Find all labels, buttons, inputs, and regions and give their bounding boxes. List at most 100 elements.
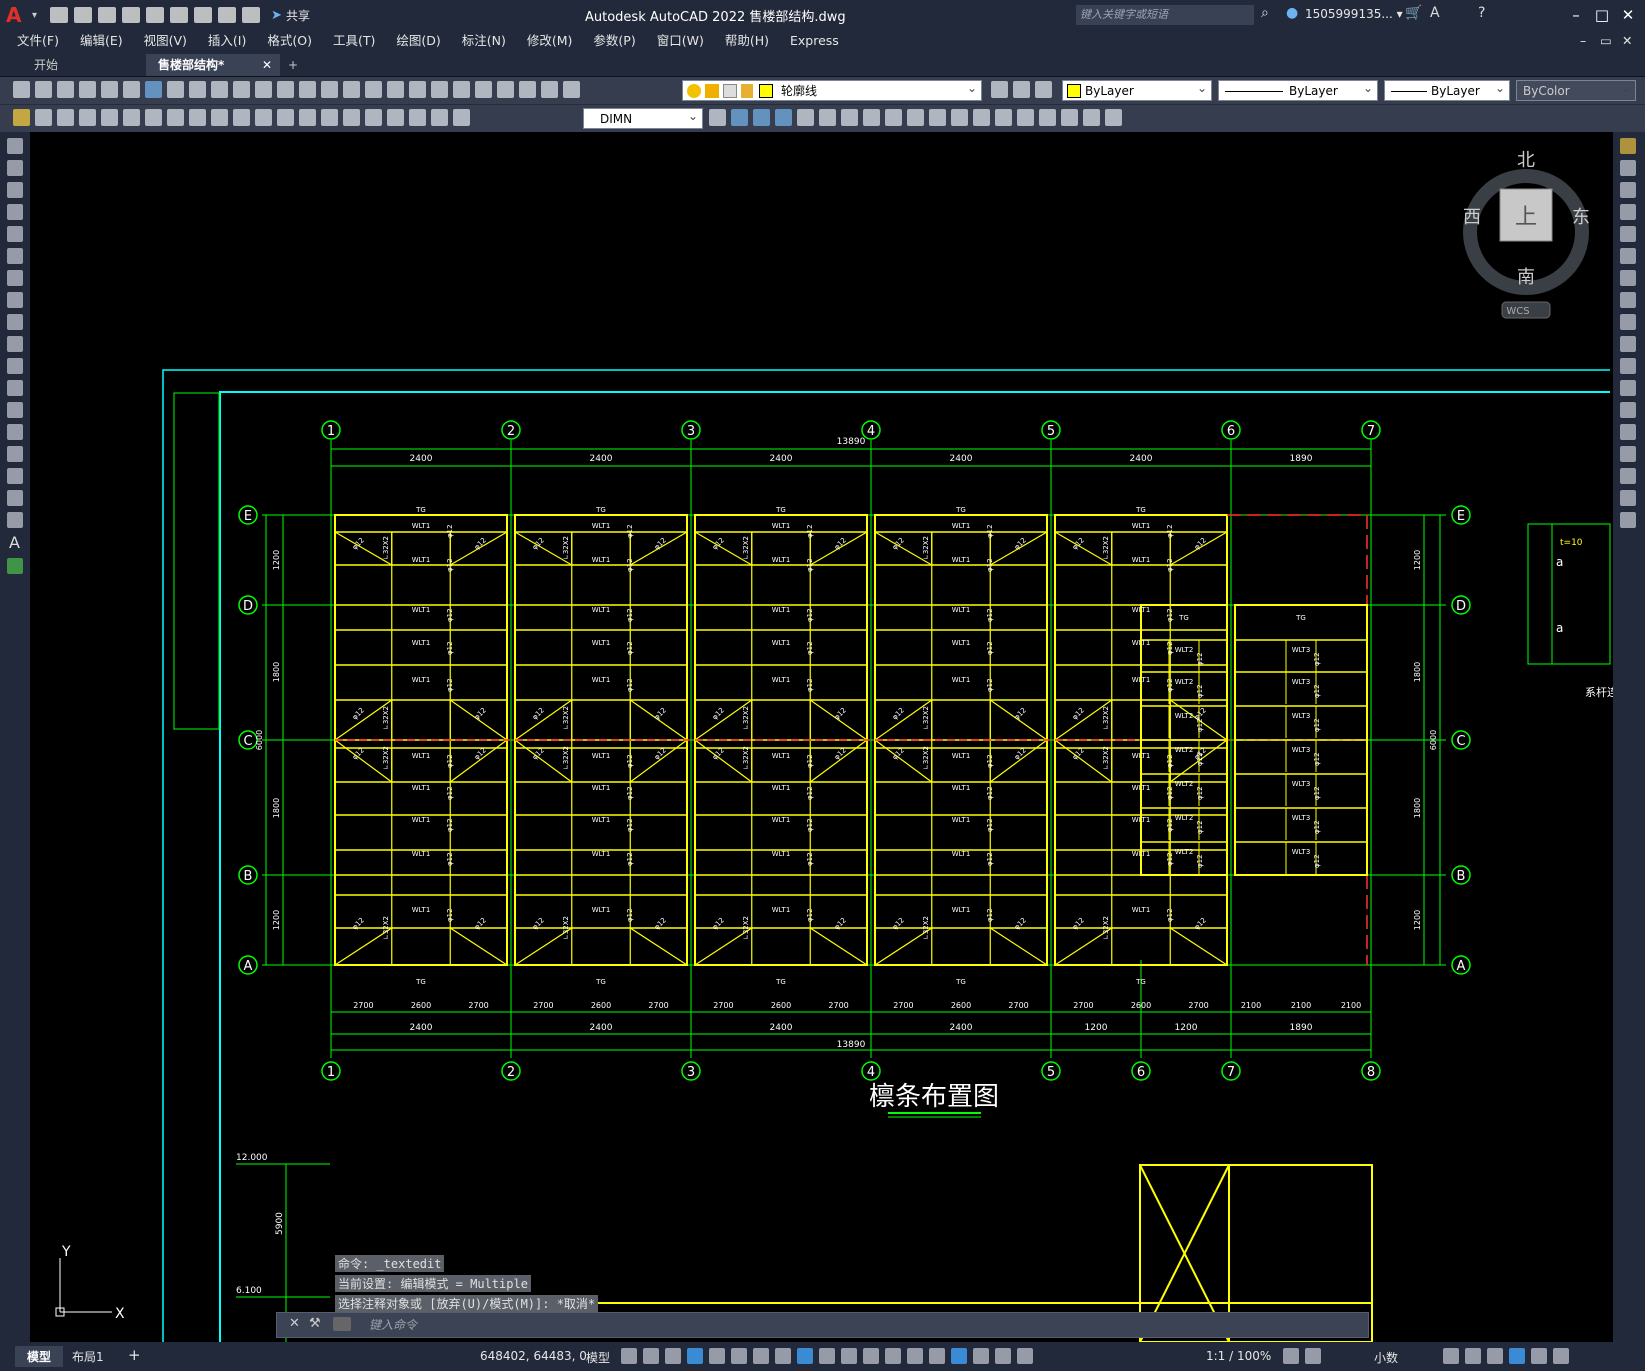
- customization-icon[interactable]: [1553, 1348, 1569, 1364]
- break-at-point-icon[interactable]: [1620, 380, 1636, 396]
- doc-close-button[interactable]: ✕: [1622, 30, 1632, 52]
- fillet-icon[interactable]: [1620, 468, 1636, 484]
- join-icon[interactable]: [1620, 424, 1636, 440]
- zoom-realtime-icon[interactable]: [343, 81, 360, 98]
- open-web-icon[interactable]: [146, 7, 165, 23]
- plot-icon[interactable]: [79, 81, 96, 98]
- revcloud-icon[interactable]: [7, 292, 23, 308]
- move-icon[interactable]: [1620, 248, 1636, 264]
- autocad-logo-icon[interactable]: A: [6, 2, 32, 28]
- user-icon[interactable]: ●: [1286, 5, 1298, 21]
- annotation-monitor-icon[interactable]: [1305, 1348, 1321, 1364]
- point-icon[interactable]: [7, 424, 23, 440]
- lock-ui-icon[interactable]: [1465, 1348, 1481, 1364]
- linetype-dropdown[interactable]: ByLayer: [1218, 78, 1378, 101]
- region-icon[interactable]: [7, 490, 23, 506]
- annotation-scale[interactable]: 1:1 / 100%: [1206, 1349, 1271, 1363]
- check-icon[interactable]: [1105, 109, 1122, 126]
- search-input[interactable]: 键入关键字或短语: [1076, 5, 1254, 25]
- diameter-icon[interactable]: [167, 109, 184, 126]
- publish-icon[interactable]: [123, 81, 140, 98]
- units-dropdown[interactable]: 小数: [1374, 1349, 1398, 1366]
- tab-layout1[interactable]: 布局1: [72, 1348, 104, 1365]
- redo-icon[interactable]: [299, 81, 316, 98]
- menu-help[interactable]: 帮助(H): [725, 30, 769, 52]
- spline-icon[interactable]: [7, 314, 23, 330]
- calculator-icon[interactable]: [519, 81, 536, 98]
- color-edges-icon[interactable]: [995, 109, 1012, 126]
- tab-add-button[interactable]: +: [276, 54, 310, 76]
- tolerance-icon[interactable]: [321, 109, 338, 126]
- linear-dim-icon[interactable]: [35, 109, 52, 126]
- new-icon[interactable]: [50, 7, 69, 23]
- quick-dimension-icon[interactable]: [211, 109, 228, 126]
- block-editor-icon[interactable]: [255, 81, 272, 98]
- preview-icon[interactable]: [101, 81, 118, 98]
- move-faces-icon[interactable]: [819, 109, 836, 126]
- ellipse-icon[interactable]: [7, 336, 23, 352]
- inspection-icon[interactable]: [365, 109, 382, 126]
- redo-icon[interactable]: [242, 7, 261, 23]
- zoom-previous-icon[interactable]: [387, 81, 404, 98]
- extend-icon[interactable]: [1620, 358, 1636, 374]
- selection-cycling-icon[interactable]: [863, 1348, 879, 1364]
- menu-file[interactable]: 文件(F): [17, 30, 59, 52]
- color-dropdown[interactable]: ByLayer: [1062, 78, 1212, 101]
- polyline-icon[interactable]: [7, 182, 23, 198]
- dimstyle-dropdown[interactable]: DIMN: [583, 106, 703, 129]
- layer-dropdown[interactable]: 轮廓线: [682, 78, 982, 101]
- save-web-icon[interactable]: [170, 7, 189, 23]
- arc-icon[interactable]: [7, 248, 23, 264]
- hardware-acceleration-icon[interactable]: [1509, 1348, 1525, 1364]
- trim-icon[interactable]: [1620, 336, 1636, 352]
- menu-dimension[interactable]: 标注(N): [462, 30, 506, 52]
- undo-icon[interactable]: [218, 7, 237, 23]
- menu-format[interactable]: 格式(O): [267, 30, 312, 52]
- imprint-icon[interactable]: [1017, 109, 1034, 126]
- close-button[interactable]: ✕: [1616, 4, 1640, 26]
- customize-icon[interactable]: ⚒: [309, 1316, 321, 1331]
- quick-dim-icon[interactable]: [13, 109, 30, 126]
- intersect-icon[interactable]: [775, 109, 792, 126]
- chamfer-icon[interactable]: [1620, 446, 1636, 462]
- mirror-icon[interactable]: [1620, 182, 1636, 198]
- break-icon[interactable]: [1620, 402, 1636, 418]
- menu-draw[interactable]: 绘图(D): [396, 30, 440, 52]
- erase-icon[interactable]: [1620, 138, 1636, 154]
- properties-icon[interactable]: [409, 81, 426, 98]
- help-icon[interactable]: [541, 81, 558, 98]
- isolate-objects-icon[interactable]: [1487, 1348, 1503, 1364]
- 3d-dwf-icon[interactable]: [145, 81, 162, 98]
- minimize-button[interactable]: –: [1564, 4, 1588, 26]
- auto-scale-icon[interactable]: [995, 1348, 1011, 1364]
- jogged-icon[interactable]: [145, 109, 162, 126]
- tool-palettes-icon[interactable]: [453, 81, 470, 98]
- sheet-set-icon[interactable]: [475, 81, 492, 98]
- dynamic-ucs-icon[interactable]: [907, 1348, 923, 1364]
- dim-text-edit-icon[interactable]: [431, 109, 448, 126]
- menu-insert[interactable]: 插入(I): [208, 30, 246, 52]
- delete-faces-icon[interactable]: [863, 109, 880, 126]
- rotate-faces-icon[interactable]: [885, 109, 902, 126]
- copy-edges-icon[interactable]: [973, 109, 990, 126]
- layer-vp-freeze-icon[interactable]: [723, 84, 737, 98]
- layer-lock-icon[interactable]: [741, 84, 753, 98]
- copy-icon[interactable]: [189, 81, 206, 98]
- recent-commands-icon[interactable]: [333, 1317, 351, 1331]
- quick-properties-icon[interactable]: [1443, 1348, 1459, 1364]
- snap-icon[interactable]: [643, 1348, 659, 1364]
- annotation-visibility-icon[interactable]: [973, 1348, 989, 1364]
- blend-icon[interactable]: [1620, 490, 1636, 506]
- model-space-toggle[interactable]: 模型: [586, 1349, 610, 1366]
- lineweight-icon[interactable]: [819, 1348, 835, 1364]
- close-command-icon[interactable]: ✕: [289, 1316, 300, 1331]
- dim-update-icon[interactable]: [453, 109, 470, 126]
- angular-icon[interactable]: [189, 109, 206, 126]
- subtract-icon[interactable]: [753, 109, 770, 126]
- dynamic-input-icon[interactable]: [687, 1348, 703, 1364]
- extrude-faces-icon[interactable]: [797, 109, 814, 126]
- rectangle-icon[interactable]: [7, 226, 23, 242]
- hatch-icon[interactable]: [7, 446, 23, 462]
- stretch-icon[interactable]: [1620, 314, 1636, 330]
- dim-edit-icon[interactable]: [409, 109, 426, 126]
